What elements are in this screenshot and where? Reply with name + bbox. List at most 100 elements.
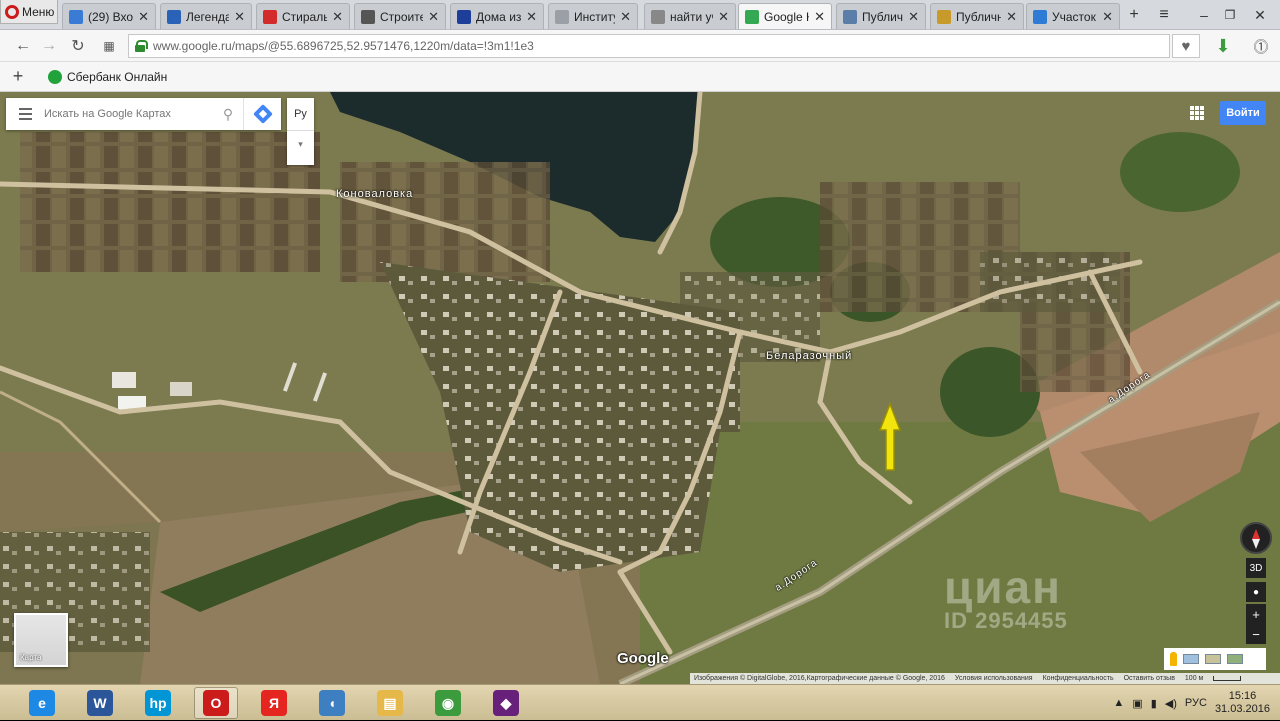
clock-time: 15:16 <box>1228 690 1257 702</box>
word-icon: W <box>87 690 113 716</box>
taskbar-app-button[interactable]: e <box>20 687 64 719</box>
signal-icon[interactable]: ▮ <box>1151 697 1157 710</box>
clock[interactable]: 15:16 31.03.2016 <box>1215 690 1270 716</box>
google-apps-icon[interactable] <box>1190 106 1204 120</box>
close-tab-icon[interactable]: ✕ <box>332 9 343 25</box>
tab-title: Публичн <box>956 9 1002 24</box>
opera-menu-button[interactable]: Меню <box>0 0 58 24</box>
layer-thumbnail-icon[interactable] <box>1205 654 1221 664</box>
terms-link[interactable]: Условия использования <box>955 675 1033 682</box>
browser-tab[interactable]: Участок ✕ <box>1026 3 1120 29</box>
browser-tab[interactable]: Строител ✕ <box>354 3 446 29</box>
downloads-status-icon[interactable]: ⓵ <box>1250 35 1272 57</box>
close-tab-icon[interactable]: ✕ <box>908 9 919 25</box>
browser-tab[interactable]: Публичн ✕ <box>930 3 1024 29</box>
bookmark-heart-icon[interactable]: ♥ <box>1172 34 1200 58</box>
yandex-browser-icon: Я <box>261 690 287 716</box>
browser-tab[interactable]: найти уча ✕ <box>644 3 736 29</box>
add-bookmark-button[interactable]: + <box>0 66 36 87</box>
file-explorer-icon: ▤ <box>377 690 403 716</box>
show-hidden-icons-icon[interactable]: ▲ <box>1113 697 1124 709</box>
yandex-icon <box>651 9 665 24</box>
3d-toggle-button[interactable]: 3D <box>1246 558 1266 578</box>
input-language[interactable]: РУС <box>1185 697 1207 709</box>
close-tab-icon[interactable]: ✕ <box>526 9 537 25</box>
bookmark-label: Сбербанк Онлайн <box>67 69 168 84</box>
close-tab-icon[interactable]: ✕ <box>718 9 729 25</box>
new-tab-button[interactable]: + <box>1120 3 1148 27</box>
browser-tab[interactable]: Легенда ✕ <box>160 3 252 29</box>
url-text: www.google.ru/maps/@55.6896725,52.957147… <box>153 39 534 53</box>
tab-title: Дома из <box>476 9 522 24</box>
tab-title: Легенда <box>186 9 230 24</box>
mail-icon <box>69 9 83 24</box>
taskbar-app-button[interactable]: W <box>78 687 122 719</box>
bookmark-sberbank[interactable]: Сбербанк Онлайн <box>48 69 168 84</box>
tab-title: Стиральн <box>282 9 327 24</box>
taskbar-app-button[interactable]: hp <box>136 687 180 719</box>
browser-tab[interactable]: Публич ✕ <box>836 3 926 29</box>
tab-title: (29) Входя <box>88 9 133 24</box>
close-tab-icon[interactable]: ✕ <box>234 9 245 25</box>
scale-bar <box>1213 676 1242 681</box>
map-type-thumbnail[interactable]: Карта <box>14 613 68 667</box>
browser-tab[interactable]: Стиральн ✕ <box>256 3 350 29</box>
directions-button[interactable] <box>243 98 281 130</box>
sign-in-button[interactable]: Войти <box>1220 101 1266 125</box>
hp-icon: hp <box>145 690 171 716</box>
tab-title: Публич <box>862 9 904 24</box>
maps-search-input[interactable] <box>44 98 213 130</box>
zoom-in-button[interactable]: + <box>1246 604 1266 624</box>
url-field[interactable]: www.google.ru/maps/@55.6896725,52.957147… <box>128 34 1170 58</box>
chrome-icon: ◉ <box>435 690 461 716</box>
volume-icon[interactable]: ◀) <box>1165 697 1177 710</box>
satellite-map[interactable]: Коноваловка Беларазочный а.Дорога а.Доро… <box>0 92 1280 684</box>
zoom-out-button[interactable]: − <box>1246 624 1266 644</box>
back-button[interactable]: ← <box>12 35 34 57</box>
taskbar-app-button[interactable]: Я <box>252 687 296 719</box>
feedback-link[interactable]: Оставить отзыв <box>1124 675 1175 682</box>
tab-menu-icon[interactable]: ≡ <box>1150 3 1178 27</box>
close-tab-icon[interactable]: ✕ <box>1102 9 1113 25</box>
network-icon[interactable]: ▣ <box>1132 697 1142 710</box>
close-tab-icon[interactable]: ✕ <box>138 9 149 25</box>
layer-thumbnail-icon[interactable] <box>1183 654 1199 664</box>
language-selector[interactable]: Ру ▾ <box>287 98 314 165</box>
my-location-button[interactable]: ● <box>1246 582 1266 602</box>
ie-icon: e <box>29 690 55 716</box>
search-icon[interactable]: ⚲ <box>213 106 243 123</box>
menu-label: Меню <box>22 4 55 19</box>
privacy-link[interactable]: Конфиденциальность <box>1043 675 1114 682</box>
restore-button[interactable]: ❐ <box>1216 3 1244 27</box>
taskbar-app-button[interactable]: O <box>194 687 238 719</box>
pegman-icon[interactable] <box>1170 652 1177 666</box>
google-logo: Google <box>617 650 669 667</box>
gear-icon <box>361 9 375 24</box>
tab-title: Институт <box>574 9 615 24</box>
taskbar-app-button[interactable]: ▤ <box>368 687 412 719</box>
layer-thumbnail-icon[interactable] <box>1227 654 1243 664</box>
imagery-attribution: Изображения © DigitalGlobe, 2016,Картогр… <box>694 675 945 682</box>
close-tab-icon[interactable]: ✕ <box>620 9 631 25</box>
close-tab-icon[interactable]: ✕ <box>428 9 439 25</box>
compass-icon[interactable] <box>1240 522 1272 554</box>
close-tab-icon[interactable]: ✕ <box>1006 9 1017 25</box>
close-window-button[interactable]: ✕ <box>1246 3 1274 27</box>
browser-tab[interactable]: Институт ✕ <box>548 3 638 29</box>
opera-logo-icon <box>5 4 19 19</box>
taskbar-app-button[interactable]: ◖ <box>310 687 354 719</box>
speed-dial-icon[interactable]: ▦ <box>98 35 120 57</box>
taskbar-app-button[interactable]: ◉ <box>426 687 470 719</box>
download-icon[interactable]: ⬇ <box>1212 35 1234 57</box>
taskbar-app-button[interactable]: ◆ <box>484 687 528 719</box>
map-pin-icon <box>843 9 857 24</box>
opera-o-icon <box>263 9 277 24</box>
browser-tab[interactable]: Google К ✕ <box>738 3 832 29</box>
hamburger-menu-icon[interactable] <box>6 108 44 120</box>
reload-button[interactable]: ↻ <box>67 35 89 57</box>
forward-button[interactable]: → <box>38 35 60 57</box>
minimize-button[interactable]: – <box>1190 3 1218 27</box>
browser-tab[interactable]: (29) Входя ✕ <box>62 3 156 29</box>
close-tab-icon[interactable]: ✕ <box>814 9 825 25</box>
browser-tab[interactable]: Дома из ✕ <box>450 3 544 29</box>
